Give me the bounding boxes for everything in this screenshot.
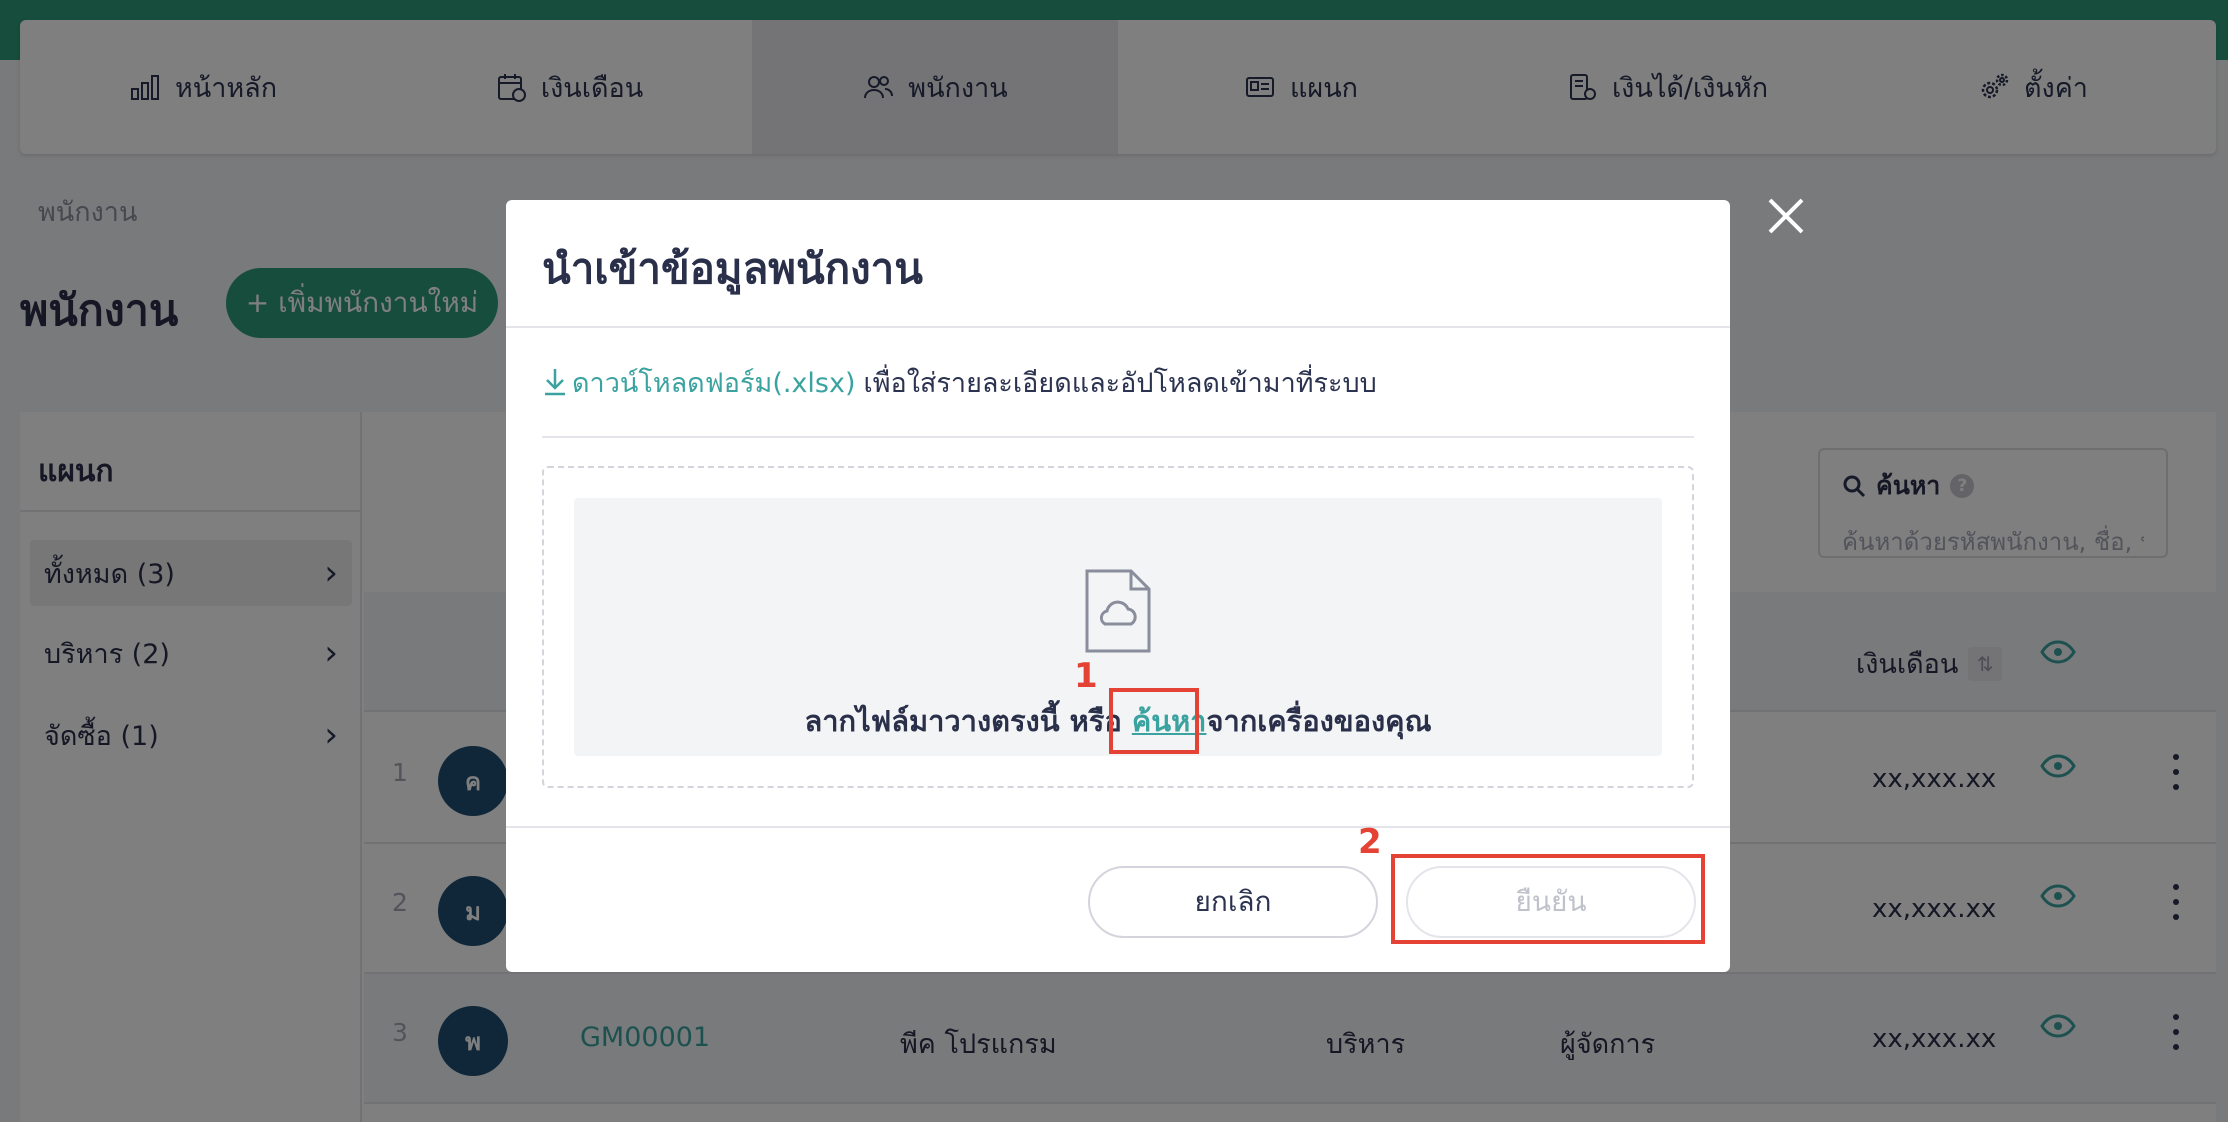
modal-title: นำเข้าข้อมูลพนักงาน bbox=[542, 244, 923, 293]
modal-header: นำเข้าข้อมูลพนักงาน bbox=[506, 200, 1730, 328]
download-icon bbox=[545, 369, 565, 396]
close-icon[interactable] bbox=[1766, 196, 1806, 236]
annotation-highlight-1 bbox=[1109, 688, 1199, 754]
annotation-step-2: 2 bbox=[1358, 822, 1382, 862]
download-row: ดาวน์โหลดฟอร์ม(.xlsx) เพื่อใส่รายละเอียด… bbox=[542, 328, 1694, 438]
download-description: เพื่อใส่รายละเอียดและอัปโหลดเข้ามาที่ระบ… bbox=[863, 367, 1377, 399]
download-form-link[interactable]: ดาวน์โหลดฟอร์ม(.xlsx) bbox=[542, 361, 856, 404]
annotation-highlight-2 bbox=[1391, 854, 1705, 944]
drop-text-after: จากเครื่องของคุณ bbox=[1206, 704, 1432, 738]
drop-text-before: ลากไฟล์มาวางตรงนี้ หรือ bbox=[804, 704, 1122, 738]
cancel-button[interactable]: ยกเลิก bbox=[1088, 866, 1378, 938]
cloud-file-icon bbox=[1085, 569, 1151, 653]
modal-body: ดาวน์โหลดฟอร์ม(.xlsx) เพื่อใส่รายละเอียด… bbox=[542, 328, 1694, 788]
annotation-step-1: 1 bbox=[1074, 656, 1098, 696]
download-link-label: ดาวน์โหลดฟอร์ม(.xlsx) bbox=[572, 367, 856, 399]
